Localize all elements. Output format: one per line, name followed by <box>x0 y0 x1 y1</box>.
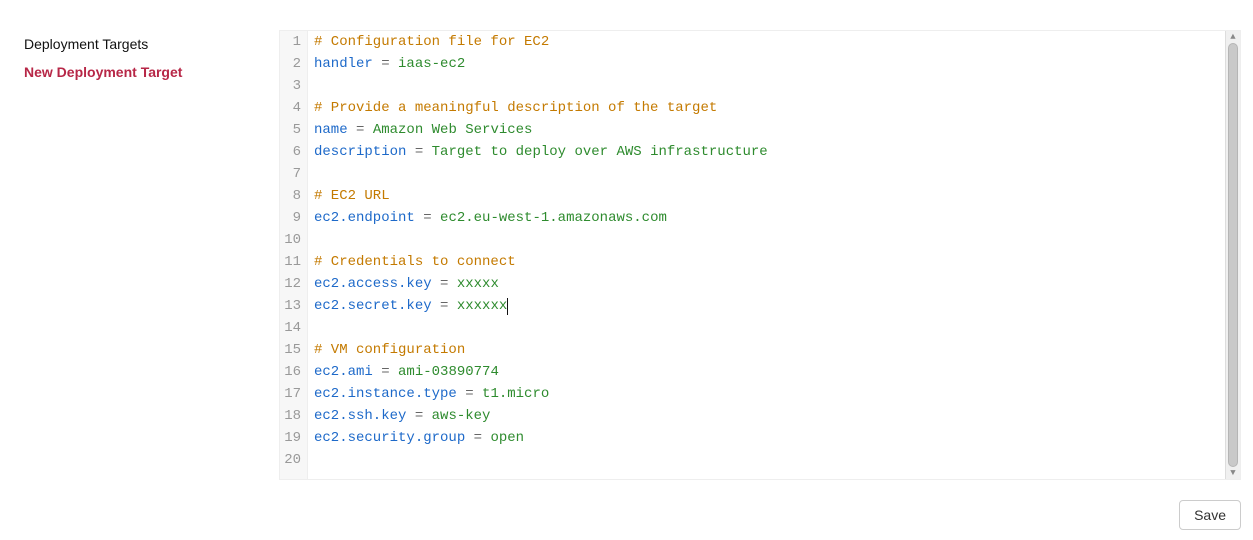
code-comment: # Credentials to connect <box>314 251 516 273</box>
sidebar: Deployment Targets New Deployment Target <box>24 30 279 530</box>
scroll-thumb[interactable] <box>1228 43 1238 467</box>
code-line[interactable]: # Provide a meaningful description of th… <box>314 97 1225 119</box>
code-line[interactable]: ec2.security.group = open <box>314 427 1225 449</box>
code-value: t1.micro <box>482 383 549 405</box>
code-equals: = <box>432 295 457 317</box>
code-line[interactable]: ec2.access.key = xxxxx <box>314 273 1225 295</box>
line-number: 11 <box>284 251 301 273</box>
code-line[interactable]: # Credentials to connect <box>314 251 1225 273</box>
line-number: 2 <box>284 53 301 75</box>
code-equals: = <box>406 405 431 427</box>
line-number: 7 <box>284 163 301 185</box>
save-button[interactable]: Save <box>1179 500 1241 530</box>
code-comment: # Provide a meaningful description of th… <box>314 97 717 119</box>
code-comment: # VM configuration <box>314 339 465 361</box>
line-number: 4 <box>284 97 301 119</box>
code-value: Amazon Web Services <box>373 119 533 141</box>
code-line[interactable] <box>314 317 1225 339</box>
code-content[interactable]: # Configuration file for EC2handler = ia… <box>308 31 1225 479</box>
code-value: Target to deploy over AWS infrastructure <box>432 141 768 163</box>
code-value: iaas-ec2 <box>398 53 465 75</box>
code-comment: # EC2 URL <box>314 185 390 207</box>
code-equals: = <box>457 383 482 405</box>
code-key: ec2.security.group <box>314 427 465 449</box>
code-line[interactable]: name = Amazon Web Services <box>314 119 1225 141</box>
code-value: ec2.eu-west-1.amazonaws.com <box>440 207 667 229</box>
code-equals: = <box>373 361 398 383</box>
code-key: ec2.endpoint <box>314 207 415 229</box>
code-key: ec2.ssh.key <box>314 405 406 427</box>
code-line[interactable]: handler = iaas-ec2 <box>314 53 1225 75</box>
code-key: description <box>314 141 406 163</box>
sidebar-item-new-deployment-target[interactable]: New Deployment Target <box>24 58 279 86</box>
code-equals: = <box>348 119 373 141</box>
scroll-up-button[interactable]: ▲ <box>1226 31 1240 43</box>
code-key: name <box>314 119 348 141</box>
line-number: 15 <box>284 339 301 361</box>
code-line[interactable]: # Configuration file for EC2 <box>314 31 1225 53</box>
line-number-gutter: 1234567891011121314151617181920 <box>280 31 308 479</box>
sidebar-item-label: Deployment Targets <box>24 36 148 52</box>
code-line[interactable] <box>314 163 1225 185</box>
line-number: 8 <box>284 185 301 207</box>
scrollbar[interactable]: ▲ ▼ <box>1225 31 1240 479</box>
code-key: ec2.access.key <box>314 273 432 295</box>
code-equals: = <box>465 427 490 449</box>
line-number: 1 <box>284 31 301 53</box>
code-key: handler <box>314 53 373 75</box>
code-line[interactable]: # VM configuration <box>314 339 1225 361</box>
code-line[interactable]: ec2.instance.type = t1.micro <box>314 383 1225 405</box>
line-number: 12 <box>284 273 301 295</box>
code-line[interactable]: ec2.ssh.key = aws-key <box>314 405 1225 427</box>
code-line[interactable]: ec2.ami = ami-03890774 <box>314 361 1225 383</box>
code-line[interactable]: ec2.endpoint = ec2.eu-west-1.amazonaws.c… <box>314 207 1225 229</box>
code-line[interactable] <box>314 229 1225 251</box>
line-number: 13 <box>284 295 301 317</box>
code-line[interactable] <box>314 449 1225 471</box>
code-equals: = <box>432 273 457 295</box>
code-value: xxxxxx <box>457 295 507 317</box>
code-comment: # Configuration file for EC2 <box>314 31 549 53</box>
line-number: 19 <box>284 427 301 449</box>
code-value: xxxxx <box>457 273 499 295</box>
text-cursor <box>507 298 508 315</box>
line-number: 10 <box>284 229 301 251</box>
code-key: ec2.instance.type <box>314 383 457 405</box>
code-value: open <box>490 427 524 449</box>
code-line[interactable]: # EC2 URL <box>314 185 1225 207</box>
line-number: 20 <box>284 449 301 471</box>
scroll-down-button[interactable]: ▼ <box>1226 467 1240 479</box>
code-key: ec2.ami <box>314 361 373 383</box>
line-number: 5 <box>284 119 301 141</box>
line-number: 18 <box>284 405 301 427</box>
sidebar-item-label: New Deployment Target <box>24 64 182 80</box>
code-line[interactable]: ec2.secret.key = xxxxxx <box>314 295 1225 317</box>
save-button-label: Save <box>1194 507 1226 523</box>
code-equals: = <box>373 53 398 75</box>
line-number: 3 <box>284 75 301 97</box>
code-value: aws-key <box>432 405 491 427</box>
line-number: 14 <box>284 317 301 339</box>
code-value: ami-03890774 <box>398 361 499 383</box>
line-number: 6 <box>284 141 301 163</box>
line-number: 9 <box>284 207 301 229</box>
line-number: 17 <box>284 383 301 405</box>
code-key: ec2.secret.key <box>314 295 432 317</box>
code-editor[interactable]: 1234567891011121314151617181920 # Config… <box>279 30 1241 480</box>
code-line[interactable]: description = Target to deploy over AWS … <box>314 141 1225 163</box>
code-line[interactable] <box>314 75 1225 97</box>
code-equals: = <box>406 141 431 163</box>
code-equals: = <box>415 207 440 229</box>
line-number: 16 <box>284 361 301 383</box>
sidebar-item-deployment-targets[interactable]: Deployment Targets <box>24 30 279 58</box>
